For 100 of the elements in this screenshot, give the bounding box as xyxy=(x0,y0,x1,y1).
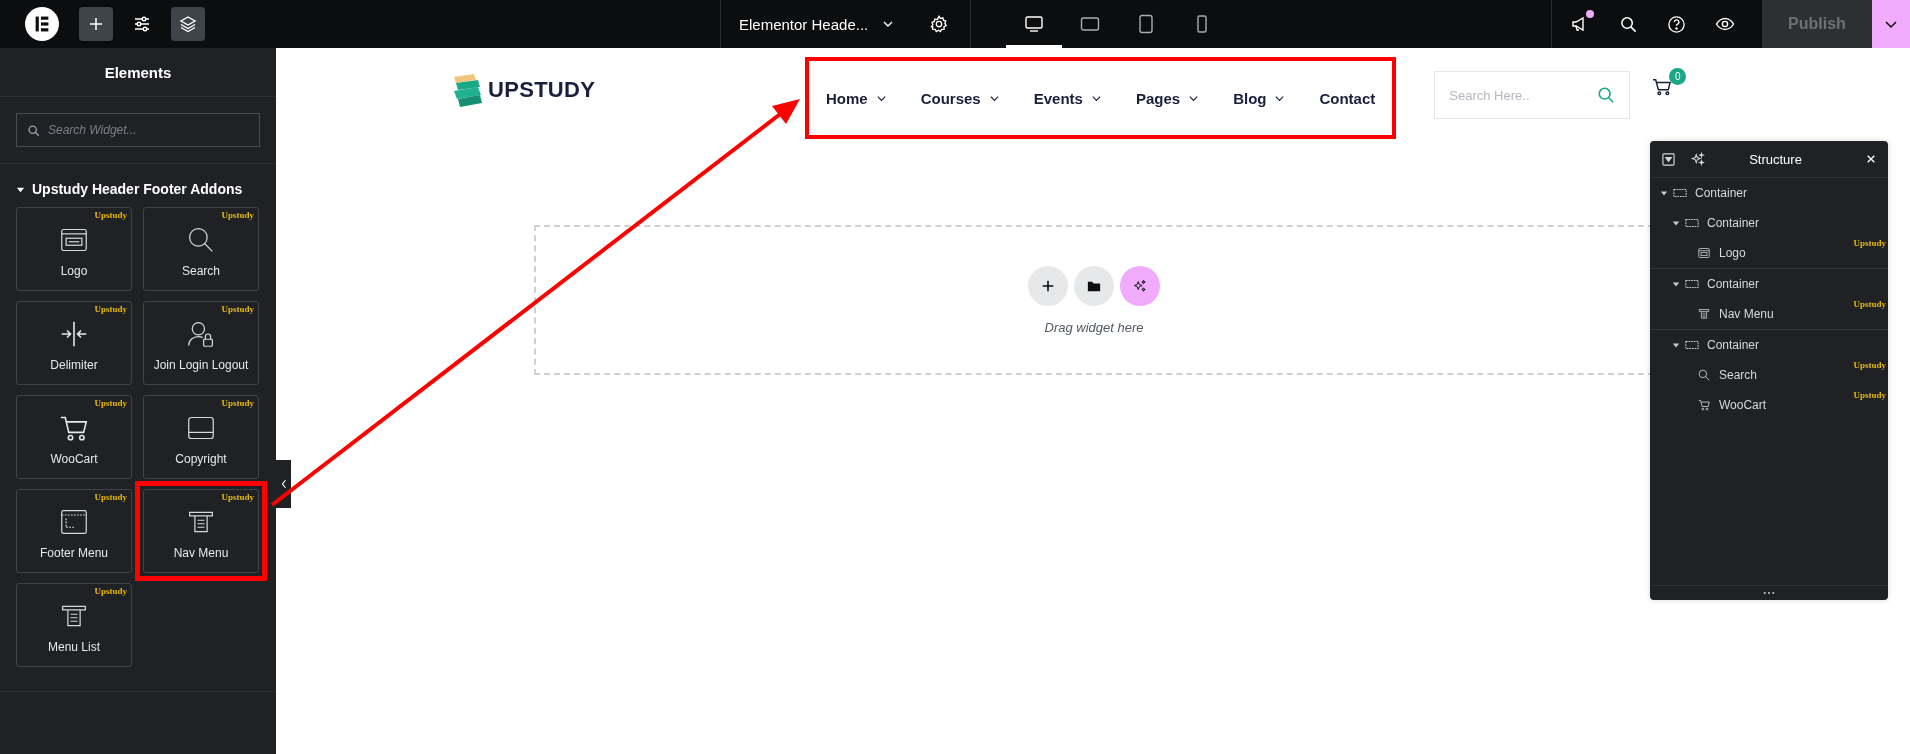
widget-tag-label: Upstudy xyxy=(94,586,127,596)
structure-item-label: Container xyxy=(1707,216,1760,230)
elementor-logo-icon[interactable] xyxy=(25,7,59,41)
widget-tag-label: Upstudy xyxy=(94,492,127,502)
widget-tile[interactable]: Upstudy Logo xyxy=(16,207,132,291)
search-field[interactable]: Search Widget... xyxy=(16,113,260,147)
sliders-icon xyxy=(133,15,151,33)
cart-icon[interactable] xyxy=(1652,78,1673,96)
structure-item[interactable]: Container xyxy=(1650,208,1888,238)
nav-link[interactable]: Home xyxy=(826,89,887,107)
logo-widget-icon xyxy=(1697,247,1711,259)
ai-button[interactable] xyxy=(1120,265,1160,306)
site-logo-text[interactable]: UPSTUDY xyxy=(488,77,596,103)
container-icon xyxy=(1673,187,1687,199)
widget-label: Logo xyxy=(60,264,88,278)
logo-widget-icon xyxy=(60,226,88,254)
nav-link[interactable]: Blog xyxy=(1233,89,1286,107)
template-library-button[interactable] xyxy=(1074,265,1114,306)
widget-tag-label: Upstudy xyxy=(221,210,254,220)
widget-tile[interactable]: Upstudy Search xyxy=(143,207,259,291)
desktop-icon xyxy=(1024,14,1045,34)
magnifier-icon xyxy=(1697,369,1711,381)
dropdown-icon[interactable] xyxy=(1662,152,1675,166)
widget-tag-label: Upstudy xyxy=(1853,299,1886,309)
book-logo-icon xyxy=(452,73,482,107)
widget-tag-label: Upstudy xyxy=(221,492,254,502)
nav-link[interactable]: Events xyxy=(1033,89,1102,107)
footer-block-icon xyxy=(187,414,215,442)
nav-link[interactable]: Contact xyxy=(1319,89,1376,107)
search-icon xyxy=(27,124,40,137)
close-icon[interactable] xyxy=(1866,154,1876,164)
plus-icon xyxy=(1041,278,1055,293)
cart-icon xyxy=(60,414,88,442)
widget-label: Join Login Logout xyxy=(153,358,249,372)
structure-item-label: Container xyxy=(1695,186,1748,200)
structure-item-label: Container xyxy=(1707,338,1760,352)
site-search-field[interactable]: Search Here.. xyxy=(1434,71,1631,119)
structure-item[interactable]: Container xyxy=(1650,329,1888,360)
widget-tile[interactable]: Upstudy Footer Menu xyxy=(16,489,132,573)
widget-tag-label: Upstudy xyxy=(94,304,127,314)
tablet-landscape-icon xyxy=(1080,14,1101,34)
help-icon[interactable] xyxy=(1667,14,1686,34)
structure-item[interactable]: Container xyxy=(1650,268,1888,299)
widget-tag-label: Upstudy xyxy=(94,398,127,408)
widget-tag-label: Upstudy xyxy=(221,304,254,314)
widget-tag-label: Upstudy xyxy=(1853,390,1886,400)
structure-item[interactable]: Nav Menu Upstudy xyxy=(1650,299,1888,329)
widget-tag-label: Upstudy xyxy=(221,398,254,408)
widget-label: Delimiter xyxy=(50,358,98,372)
structure-item-label: Search xyxy=(1719,368,1758,382)
search-icon[interactable] xyxy=(1619,14,1638,34)
search-icon xyxy=(1597,86,1616,104)
widget-tile[interactable]: Upstudy Menu List xyxy=(16,583,132,667)
nav-link[interactable]: Courses xyxy=(920,89,1000,107)
structure-item-label: WooCart xyxy=(1719,398,1767,412)
add-button[interactable] xyxy=(79,7,113,41)
widget-tile[interactable]: Upstudy Copyright xyxy=(143,395,259,479)
sparkle-icon[interactable] xyxy=(1691,152,1705,166)
chevron-left-icon xyxy=(280,479,287,489)
structure-title: Structure xyxy=(1748,151,1803,167)
structure-item[interactable]: Logo Upstudy xyxy=(1650,238,1888,268)
container-icon xyxy=(1685,217,1699,229)
widget-label: Search xyxy=(182,264,220,278)
widget-label: Footer Menu xyxy=(39,546,108,560)
drop-hint: Drag widget here xyxy=(1044,319,1144,335)
structure-item[interactable]: WooCart Upstudy xyxy=(1650,390,1888,420)
resize-handle-icon[interactable] xyxy=(1763,591,1775,595)
widget-label: WooCart xyxy=(50,452,98,466)
nav-link[interactable]: Pages xyxy=(1135,89,1200,107)
widget-tag-label: Upstudy xyxy=(94,210,127,220)
category-heading[interactable]: Upstudy Header Footer Addons xyxy=(0,164,276,207)
structure-item[interactable]: Search Upstudy xyxy=(1650,360,1888,390)
widget-tile[interactable]: Upstudy Join Login Logout xyxy=(143,301,259,385)
sparkle-icon xyxy=(1133,278,1147,293)
add-section-button[interactable] xyxy=(1028,265,1068,306)
widget-tag-label: Upstudy xyxy=(1853,238,1886,248)
widget-tile[interactable]: Upstudy Nav Menu xyxy=(143,489,259,573)
footer-menu-icon xyxy=(60,508,88,536)
widget-label: Copyright xyxy=(175,452,227,466)
magnifier-icon xyxy=(187,226,215,254)
settings-icon[interactable] xyxy=(930,15,949,33)
menu-icon xyxy=(1697,308,1711,320)
structure-button[interactable] xyxy=(171,7,205,41)
structure-item-label: Container xyxy=(1707,277,1760,291)
widget-tile[interactable]: Upstudy Delimiter xyxy=(16,301,132,385)
cart-icon xyxy=(1697,399,1711,411)
structure-item[interactable]: Container xyxy=(1650,178,1888,208)
cart-count-badge: 0 xyxy=(1669,68,1687,85)
user-lock-icon xyxy=(187,320,215,348)
structure-item-label: Nav Menu xyxy=(1719,307,1774,321)
container-icon xyxy=(1685,339,1699,351)
plus-icon xyxy=(88,16,104,32)
widget-tile[interactable]: Upstudy WooCart xyxy=(16,395,132,479)
widget-tag-label: Upstudy xyxy=(1853,360,1886,370)
container-icon xyxy=(1685,278,1699,290)
widget-label: Menu List xyxy=(48,640,100,654)
document-title[interactable]: Elementor Heade... xyxy=(739,15,869,33)
delimiter-icon xyxy=(60,320,88,348)
structure-item-label: Logo xyxy=(1719,246,1746,260)
widget-label: Nav Menu xyxy=(173,546,229,560)
